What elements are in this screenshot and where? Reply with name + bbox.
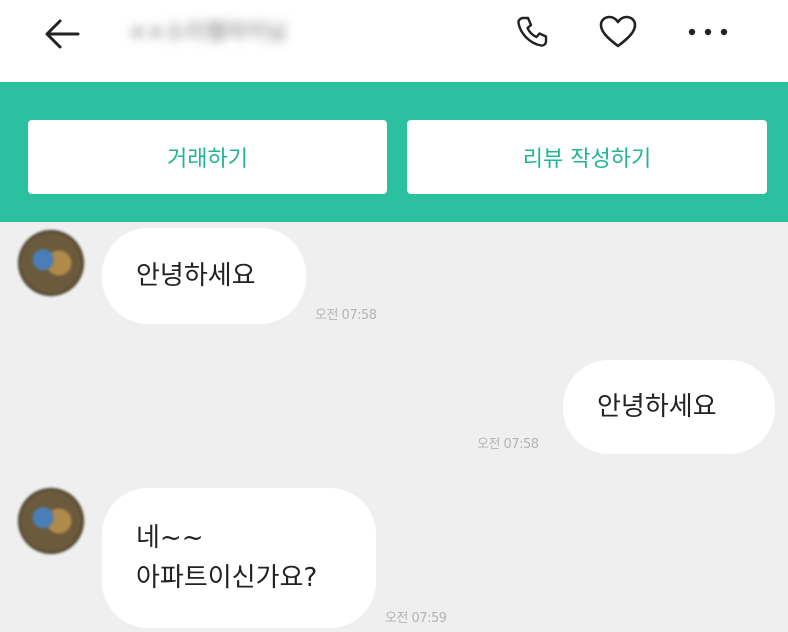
more-icon bbox=[688, 28, 728, 36]
message-time: 오전 07:59 bbox=[385, 611, 447, 626]
phone-icon bbox=[517, 16, 548, 47]
message-text: 아파트이신가요? bbox=[136, 563, 318, 593]
message-text: 안녕하세요 bbox=[136, 261, 256, 291]
message-text: 네~~ bbox=[136, 523, 204, 553]
message-time: 오전 07:58 bbox=[315, 308, 377, 323]
message-text: 안녕하세요 bbox=[597, 392, 717, 422]
trade-button[interactable]: 거래하기 bbox=[28, 120, 387, 194]
chat-partner-name: ××소리웹마이님 bbox=[128, 20, 287, 45]
write-review-button[interactable]: 리뷰 작성하기 bbox=[407, 120, 767, 194]
avatar[interactable] bbox=[18, 488, 84, 554]
message-bubble-outgoing: 안녕하세요 bbox=[563, 360, 775, 454]
more-button[interactable] bbox=[684, 10, 732, 54]
top-bar: ××소리웹마이님 bbox=[0, 0, 788, 82]
message-bubble-incoming: 안녕하세요 bbox=[102, 228, 306, 324]
back-button[interactable] bbox=[38, 12, 86, 56]
heart-icon bbox=[599, 15, 637, 48]
message-time: 오전 07:58 bbox=[477, 437, 539, 452]
message-bubble-incoming: 네~~ 아파트이신가요? bbox=[102, 488, 376, 628]
call-button[interactable] bbox=[508, 10, 556, 54]
favorite-button[interactable] bbox=[594, 10, 642, 54]
avatar[interactable] bbox=[18, 230, 84, 296]
action-bar: 거래하기 리뷰 작성하기 bbox=[0, 82, 788, 222]
arrow-left-icon bbox=[45, 19, 80, 49]
